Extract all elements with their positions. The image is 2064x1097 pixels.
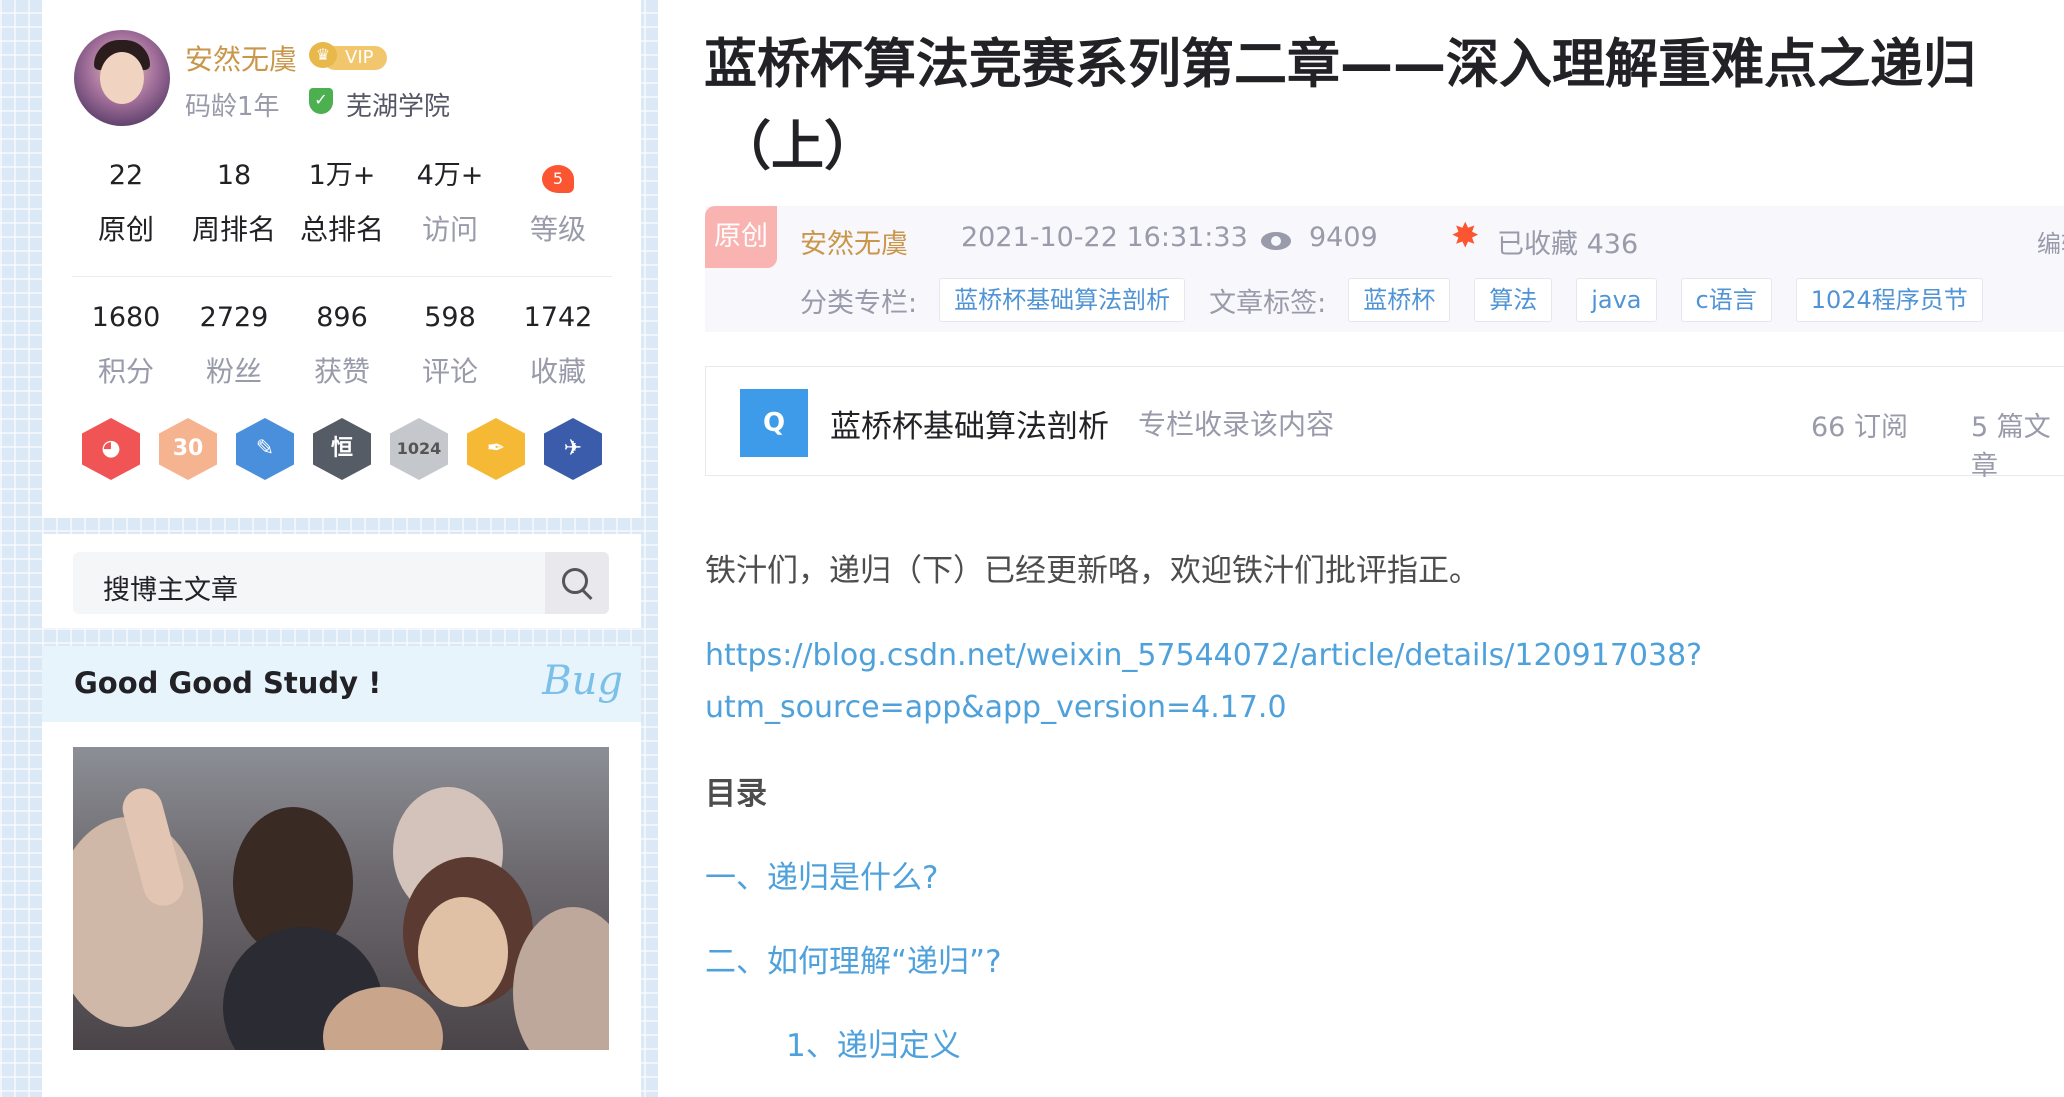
article-tag[interactable]: 算法	[1474, 278, 1553, 322]
column-cover-icon: Q	[740, 389, 808, 457]
stat-weekly-rank[interactable]: 18 周排名	[180, 158, 288, 248]
original-badge: 原创	[705, 206, 777, 268]
column-name[interactable]: 蓝桥杯基础算法剖析	[830, 401, 1109, 446]
stat-value: 18	[216, 160, 252, 191]
favorite-star-icon[interactable]: ✸	[1451, 216, 1480, 256]
stat-collections: 1742 收藏	[504, 300, 612, 390]
crown-icon: ♛	[309, 42, 337, 68]
eye-icon	[1261, 232, 1291, 250]
certificate-badge-icon[interactable]: ✎	[236, 418, 294, 480]
stat-label: 总排名	[299, 213, 384, 246]
stat-label: 收藏	[529, 355, 586, 388]
view-count: 9409	[1309, 222, 1378, 253]
stat-value: 1680	[91, 302, 161, 333]
pen-badge-icon[interactable]: ✒	[467, 418, 525, 480]
stat-value: 22	[108, 160, 144, 191]
monkey-badge-icon[interactable]: ◕	[82, 418, 140, 480]
article-tag[interactable]: java	[1576, 278, 1657, 322]
toc-title: 目录	[705, 776, 767, 812]
article-date: 2021-10-22 16:31:33	[961, 222, 1248, 253]
edit-link[interactable]: 编辑 ｜	[2037, 224, 2064, 259]
search-button[interactable]	[545, 552, 609, 614]
article-main: 蓝桥杯算法竞赛系列第二章——深入理解重难点之递归 （上） 原创 安然无虞 202…	[658, 0, 2064, 1097]
article-title: 蓝桥杯算法竞赛系列第二章——深入理解重难点之递归 （上）	[704, 24, 2064, 188]
stats-row-1: 22 原创 18 周排名 1万+ 总排名 4万+ 访问 5 等级	[72, 158, 612, 248]
photo-figure	[418, 897, 508, 1007]
column-desc: 专栏收录该内容	[1138, 408, 1335, 441]
toc-item[interactable]: 二、如何理解“递归”?	[705, 936, 1002, 981]
school-name: 芜湖学院	[346, 92, 451, 122]
badge-list: ◕ 30 ✎ 恒 1024 ✒ ✈	[72, 418, 612, 480]
stat-fans[interactable]: 2729 粉丝	[180, 300, 288, 390]
stat-label: 访问	[421, 213, 478, 246]
search-icon-handle	[581, 589, 593, 601]
stat-label: 获赞	[313, 355, 370, 388]
stat-likes: 896 获赞	[288, 300, 396, 390]
bug-decoration: Bug	[542, 658, 623, 704]
toc-item[interactable]: 1、递归定义	[786, 1020, 961, 1065]
perseverance-badge-icon[interactable]: 恒	[313, 418, 371, 480]
stat-label: 等级	[529, 213, 586, 246]
stat-total-rank[interactable]: 1万+ 总排名	[288, 158, 396, 248]
profile-username[interactable]: 安然无虞	[185, 38, 297, 78]
avatar-face	[100, 52, 144, 104]
crowd-gif-image	[73, 747, 609, 1050]
stat-points: 1680 积分	[72, 300, 180, 390]
article-title-line1: 蓝桥杯算法竞赛系列第二章——深入理解重难点之递归	[704, 34, 1976, 95]
blog-search-input[interactable]: 搜博主文章	[73, 552, 609, 614]
stat-value: 598	[424, 302, 476, 333]
favorite-count[interactable]: 已收藏 436	[1497, 222, 1638, 261]
article-tag[interactable]: c语言	[1680, 278, 1772, 322]
stat-label: 粉丝	[205, 355, 262, 388]
column-article-count: 5 篇文章	[1971, 412, 2051, 482]
column-card[interactable]: Q 蓝桥杯基础算法剖析 专栏收录该内容 66 订阅 5 篇文章	[705, 366, 2064, 482]
stat-value: 5	[504, 158, 612, 194]
stat-label: 积分	[97, 355, 154, 388]
article-paragraph: 铁汁们，递归（下）已经更新咯，欢迎铁汁们批评指正。	[705, 553, 1480, 589]
article-author[interactable]: 安然无虞	[800, 222, 908, 261]
stat-value: 2729	[199, 302, 269, 333]
stat-value: 896	[316, 302, 368, 333]
stat-label: 周排名	[191, 213, 276, 246]
column-subscribers: 66 订阅	[1811, 412, 1908, 443]
code-age: 码龄1年	[185, 92, 280, 122]
custom-module-card: Good Good Study ! Bug	[42, 646, 641, 1097]
stat-original[interactable]: 22 原创	[72, 158, 180, 248]
article-tag[interactable]: 蓝桥杯	[1348, 278, 1451, 322]
article-link[interactable]: https://blog.csdn.net/weixin_57544072/ar…	[705, 630, 1705, 734]
category-tag[interactable]: 蓝桥杯基础算法剖析	[939, 278, 1186, 322]
toc-item[interactable]: 一、递归是什么?	[705, 852, 938, 897]
stat-level[interactable]: 5 等级	[504, 158, 612, 248]
article-tag[interactable]: 1024程序员节	[1795, 278, 1983, 322]
stat-value: 4万+	[416, 160, 484, 191]
anniversary-30-badge-icon[interactable]: 30	[159, 418, 217, 480]
stat-value: 1万+	[308, 160, 376, 191]
stat-comments: 598 评论	[396, 300, 504, 390]
tags-label: 文章标签:	[1209, 287, 1327, 319]
stat-visits: 4万+ 访问	[396, 158, 504, 248]
category-tag-row: 分类专栏: 蓝桥杯基础算法剖析 文章标签: 蓝桥杯 算法 java c语言 10…	[800, 278, 2007, 322]
stats-row-2: 1680 积分 2729 粉丝 896 获赞 598 评论 1742 收藏	[72, 300, 612, 390]
search-placeholder: 搜博主文章	[103, 575, 238, 606]
stat-value: 1742	[523, 302, 593, 333]
article-title-line2: （上）	[718, 116, 877, 177]
stat-label: 评论	[421, 355, 478, 388]
rocket-badge-icon[interactable]: ✈	[544, 418, 602, 480]
avatar[interactable]	[74, 30, 170, 126]
module-title: Good Good Study !	[74, 666, 382, 700]
1024-badge-icon[interactable]: 1024	[390, 418, 448, 480]
stats-divider	[72, 276, 612, 277]
search-card: 搜博主文章	[42, 534, 641, 628]
verified-shield-icon: ✓	[309, 88, 333, 114]
article-meta: 原创 安然无虞 2021-10-22 16:31:33 9409 ✸ 已收藏 4…	[705, 206, 2064, 332]
stat-label: 原创	[97, 213, 154, 246]
level-icon: 5	[542, 165, 574, 193]
module-header: Good Good Study ! Bug	[42, 646, 641, 722]
profile-card: 安然无虞 VIP ♛ 码龄1年 ✓ 芜湖学院 22 原创 18 周排名 1万+ …	[42, 0, 641, 518]
category-label: 分类专栏:	[800, 287, 918, 319]
